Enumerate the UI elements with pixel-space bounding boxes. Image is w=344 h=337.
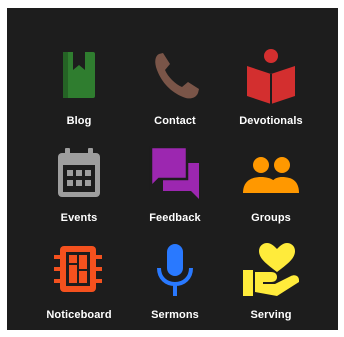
hand-heart-icon — [241, 238, 301, 302]
menu-item-devotionals[interactable]: Devotionals — [223, 44, 319, 141]
book-icon — [49, 44, 109, 108]
menu-item-label: Feedback — [149, 212, 201, 224]
menu-item-contact[interactable]: Contact — [127, 44, 223, 141]
reader-icon — [241, 44, 301, 108]
menu-panel: Blog Contact Devotionals Events Feedback… — [7, 8, 338, 330]
menu-item-groups[interactable]: Groups — [223, 141, 319, 238]
menu-item-label: Groups — [251, 212, 291, 224]
menu-item-noticeboard[interactable]: Noticeboard — [31, 238, 127, 335]
chat-icon — [145, 141, 205, 205]
menu-item-events[interactable]: Events — [31, 141, 127, 238]
menu-item-label: Devotionals — [239, 115, 303, 127]
menu-item-label: Noticeboard — [46, 309, 112, 321]
menu-item-sermons[interactable]: Sermons — [127, 238, 223, 335]
menu-item-label: Blog — [66, 115, 92, 127]
menu-item-blog[interactable]: Blog — [31, 44, 127, 141]
calendar-icon — [49, 141, 109, 205]
phone-icon — [145, 44, 205, 108]
menu-item-label: Sermons — [151, 309, 199, 321]
menu-item-serving[interactable]: Serving — [223, 238, 319, 335]
menu-item-feedback[interactable]: Feedback — [127, 141, 223, 238]
people-icon — [241, 141, 301, 205]
noticeboard-icon — [49, 238, 109, 302]
menu-item-label: Contact — [154, 115, 196, 127]
menu-item-label: Events — [60, 212, 98, 224]
menu-grid: Blog Contact Devotionals Events Feedback… — [31, 44, 319, 335]
menu-item-label: Serving — [250, 309, 292, 321]
microphone-icon — [145, 238, 205, 302]
